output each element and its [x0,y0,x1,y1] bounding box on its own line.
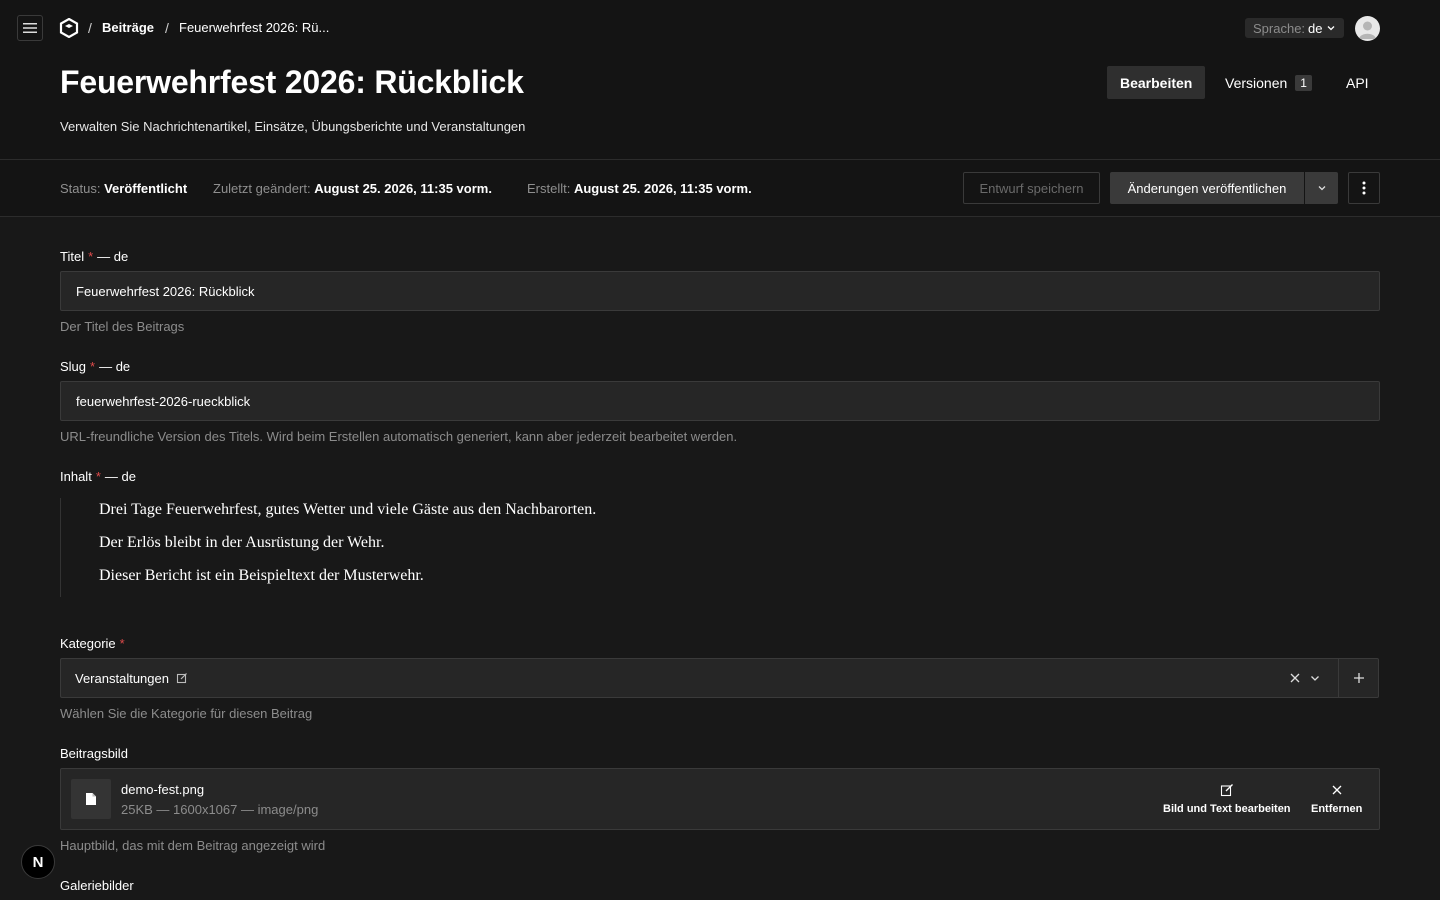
remove-image-button[interactable]: Entfernen [1311,783,1362,815]
breadcrumb-separator: / [88,20,92,36]
breadcrumb-separator: / [165,20,169,36]
breadcrumb-current: Feuerwehrfest 2026: Rü... [179,20,330,35]
file-thumbnail [71,779,111,819]
add-category-button[interactable] [1338,658,1379,698]
tab-label: API [1346,74,1369,91]
tab-label: Versionen [1225,74,1288,91]
tab-label: Bearbeiten [1120,74,1193,91]
page-description: Verwalten Sie Nachrichtenartikel, Einsät… [60,119,526,134]
divider [0,159,1440,160]
created-date: Erstellt: August 25. 2026, 11:35 vorm. [527,181,752,196]
payload-logo-icon[interactable] [59,17,79,39]
plus-icon [1353,673,1364,683]
edit-icon [1220,784,1233,797]
file-meta: 25KB — 1600x1067 — image/png [121,802,319,817]
publish-changes-button[interactable]: Änderungen veröffentlichen [1110,172,1304,204]
tab-api[interactable]: API [1333,66,1382,99]
content-field-label: Inhalt * — de [60,469,136,484]
more-vertical-icon [1362,181,1366,195]
nextjs-dev-indicator-button[interactable]: N [21,845,55,879]
paragraph[interactable]: Drei Tage Feuerwehrfest, gutes Wetter un… [99,501,596,519]
category-field-label: Kategorie * [60,636,125,651]
more-options-button[interactable] [1348,172,1380,204]
language-selector[interactable]: Sprache: de [1245,18,1344,38]
file-name[interactable]: demo-fest.png [121,782,204,797]
edit-icon[interactable] [176,672,188,684]
category-selected-value: Veranstaltungen [75,670,169,686]
language-value: de [1308,20,1323,36]
sidebar-toggle-button[interactable] [17,15,43,41]
gallery-field-label: Galeriebilder [60,878,134,893]
file-icon [86,793,96,805]
chevron-down-icon [1311,676,1319,681]
breadcrumb-beitraege-link[interactable]: Beiträge [102,20,154,35]
last-modified: Zuletzt geändert: August 25. 2026, 11:35… [213,181,492,196]
slug-field-hint: URL-freundliche Version des Titels. Wird… [60,429,738,444]
edit-image-button[interactable]: Bild und Text bearbeiten [1163,783,1291,815]
paragraph[interactable]: Der Erlös bleibt in der Ausrüstung der W… [99,534,384,552]
tab-versionen[interactable]: Versionen 1 [1212,66,1325,99]
language-label: Sprache: [1253,20,1306,36]
category-field-hint: Wählen Sie die Kategorie für diesen Beit… [60,706,313,721]
slug-input[interactable]: feuerwehrfest-2026-rueckblick [60,381,1380,421]
close-icon [1332,785,1342,795]
chevron-down-icon [1327,26,1334,31]
user-avatar[interactable] [1355,16,1380,41]
slug-field-label: Slug * — de [60,359,131,374]
hamburger-icon [23,23,37,33]
chevron-down-icon [1318,186,1325,191]
publish-options-button[interactable] [1305,172,1338,204]
title-field-label: Titel * — de [60,249,129,264]
category-select[interactable]: Veranstaltungen [60,658,1339,698]
save-draft-button[interactable]: Entwurf speichern [963,172,1100,204]
image-field-hint: Hauptbild, das mit dem Beitrag angezeigt… [60,838,326,853]
paragraph[interactable]: Dieser Bericht ist ein Beispieltext der … [99,567,424,585]
clear-selection-button[interactable] [1289,672,1301,687]
title-field-hint: Der Titel des Beitrags [60,319,185,334]
content-editor[interactable]: Drei Tage Feuerwehrfest, gutes Wetter un… [60,498,1380,597]
document-status: Status: Veröffentlicht [60,181,188,196]
close-icon [1290,673,1300,683]
featured-image-upload: demo-fest.png 25KB — 1600x1067 — image/p… [60,768,1380,830]
category-dropdown-toggle[interactable] [1309,672,1321,687]
user-icon [1359,21,1376,39]
image-field-label: Beitragsbild [60,746,128,761]
tab-bearbeiten[interactable]: Bearbeiten [1107,66,1206,99]
page-title: Feuerwehrfest 2026: Rückblick [60,64,524,100]
title-input[interactable]: Feuerwehrfest 2026: Rückblick [60,271,1380,311]
versions-count-badge: 1 [1295,74,1312,91]
